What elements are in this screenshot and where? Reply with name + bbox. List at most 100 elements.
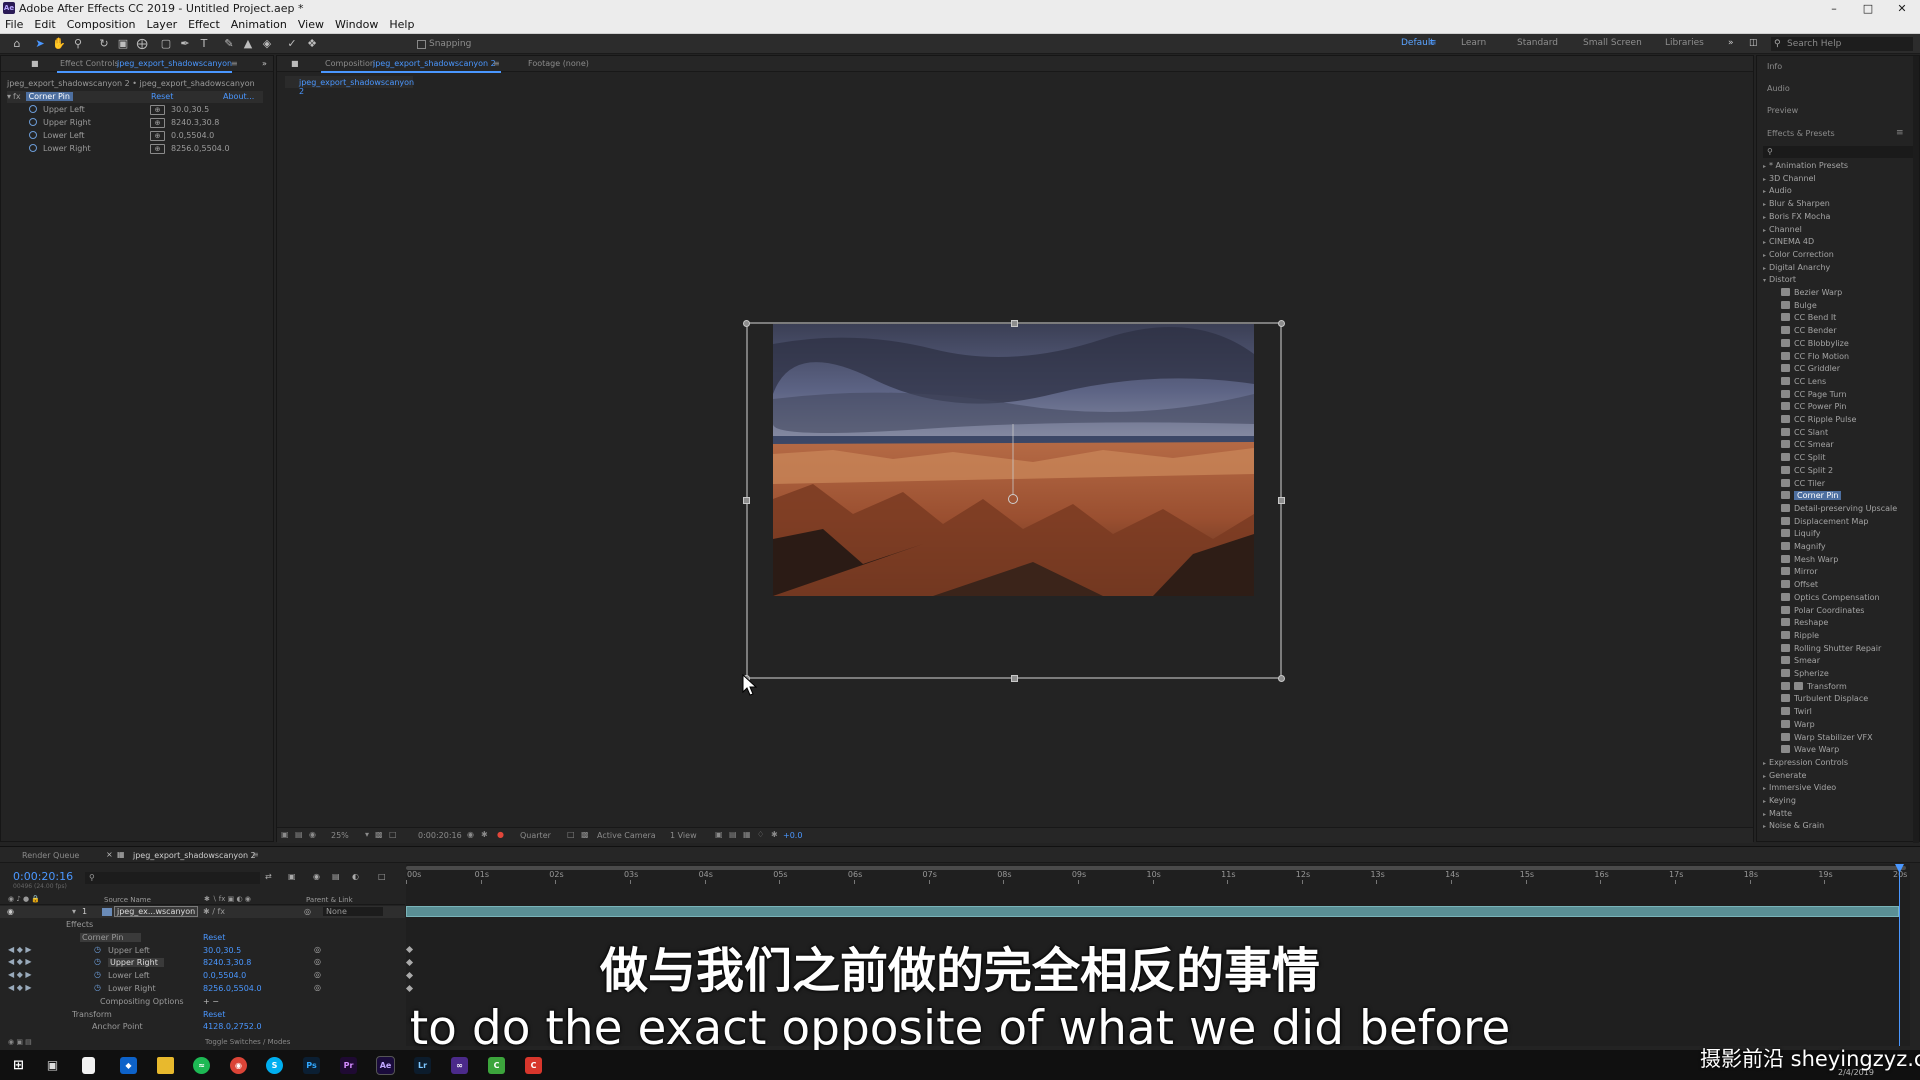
parent-link-header[interactable]: Parent & Link	[306, 896, 353, 904]
effect-category[interactable]: ▸ Channel	[1763, 224, 1802, 236]
selection-tool-icon[interactable]: ➤	[33, 37, 47, 51]
point-control-icon[interactable]: ⊕	[150, 118, 165, 128]
clone-stamp-tool-icon[interactable]: ▲	[241, 37, 255, 51]
point-control-icon[interactable]: ⊕	[150, 131, 165, 141]
comp-breadcrumb[interactable]: jpeg_export_shadowscanyon 2	[285, 76, 414, 96]
effect-item[interactable]: Twirl	[1781, 706, 1812, 718]
resolution-dropdown[interactable]: Quarter	[520, 831, 551, 840]
lower-right-handle[interactable]	[1278, 675, 1285, 682]
param-value[interactable]: 0.0,5504.0	[171, 130, 214, 142]
view-layout-dropdown[interactable]: 1 View	[670, 831, 697, 840]
chevron-down-icon[interactable]: ▾	[365, 830, 369, 839]
chevron-right-icon[interactable]: ▸	[1763, 263, 1766, 275]
upper-right-handle[interactable]	[1278, 320, 1285, 327]
search-help-input[interactable]: ⚲ Search Help	[1771, 37, 1913, 51]
effect-category[interactable]: ▸ Blur & Sharpen	[1763, 198, 1830, 210]
effect-category[interactable]: ▸ Expression Controls	[1763, 757, 1848, 769]
effect-item[interactable]: Transform	[1781, 681, 1847, 693]
panel-layout-icon[interactable]: ◫	[1749, 38, 1758, 48]
windows-start-icon[interactable]: ⊞	[10, 1057, 27, 1074]
color-channel-icon[interactable]: ●	[497, 830, 504, 839]
panel-menu-icon[interactable]: ≡	[231, 59, 238, 68]
effect-item[interactable]: CC Flo Motion	[1781, 351, 1849, 363]
snapshot-icon[interactable]: ◉	[467, 830, 474, 839]
chevron-down-icon[interactable]: ▾	[1763, 275, 1766, 287]
expand-panels-icon[interactable]: »	[262, 59, 267, 68]
scrollbar[interactable]	[1913, 56, 1919, 843]
effect-item[interactable]: Corner Pin	[1781, 490, 1842, 502]
effect-category[interactable]: ▾ Distort	[1763, 274, 1796, 286]
info-panel-header[interactable]: Info	[1767, 62, 1782, 71]
effect-item[interactable]: Mirror	[1781, 566, 1818, 578]
workspace-small-screen[interactable]: Small Screen	[1583, 38, 1642, 48]
parent-pickwhip-icon[interactable]: ◎	[304, 907, 311, 916]
menu-edit[interactable]: Edit	[29, 17, 61, 33]
effect-item[interactable]: Wave Warp	[1781, 744, 1839, 756]
workspace-menu-icon[interactable]: ≡	[1429, 38, 1437, 48]
effect-category[interactable]: ▸ 3D Channel	[1763, 173, 1816, 185]
minimize-icon[interactable]: –	[1819, 0, 1849, 17]
show-snapshot-icon[interactable]: ✱	[481, 830, 488, 839]
chevron-right-icon[interactable]: ▸	[1763, 186, 1766, 198]
layer-collapse-icon[interactable]: ▾	[72, 907, 76, 916]
source-name-header[interactable]: Source Name	[104, 896, 151, 904]
composition-tab-label[interactable]: Composition	[325, 59, 375, 68]
panel-menu-icon[interactable]: ≡	[1896, 128, 1904, 138]
effect-controls-tab-label[interactable]: Effect Controls	[60, 59, 119, 68]
snapping-checkbox[interactable]	[417, 40, 426, 49]
safe-zones-icon[interactable]: ▩	[375, 830, 383, 839]
video-visibility-icon[interactable]: ◉	[7, 907, 14, 916]
eraser-tool-icon[interactable]: ◈	[260, 37, 274, 51]
menu-layer[interactable]: Layer	[141, 17, 183, 33]
top-mid-handle[interactable]	[1011, 320, 1018, 327]
effect-category[interactable]: ▸ Immersive Video	[1763, 782, 1836, 794]
corner-pin-effect-header[interactable]: ▾ fx Corner Pin Reset About...	[7, 91, 263, 103]
time-ruler[interactable]: 00s 01s 02s 03s 04s 05s 06s 07s 08s 09s 10s 11s 12s 1…	[406, 870, 1910, 884]
stopwatch-icon[interactable]	[29, 131, 37, 139]
effect-item[interactable]: Detail-preserving Upscale	[1781, 503, 1897, 515]
fx-icon[interactable]: fx	[13, 92, 21, 101]
file-explorer-icon[interactable]	[157, 1057, 174, 1074]
lock-icon[interactable]: ■	[31, 59, 39, 68]
more-workspaces-icon[interactable]: »	[1728, 38, 1734, 48]
effect-category[interactable]: ▸ Color Correction	[1763, 249, 1834, 261]
spotify-icon[interactable]: ≈	[193, 1057, 210, 1074]
stopwatch-icon[interactable]	[29, 118, 37, 126]
effect-category[interactable]: ▸ Matte	[1763, 808, 1792, 820]
transparency-grid-icon[interactable]: ▩	[581, 830, 589, 839]
effect-item[interactable]: CC Griddler	[1781, 363, 1840, 375]
chevron-right-icon[interactable]: ▸	[1763, 161, 1766, 173]
timeline-icon[interactable]: ▦	[743, 830, 751, 839]
workspace-learn[interactable]: Learn	[1461, 38, 1486, 48]
footage-tab[interactable]: Footage (none)	[528, 59, 589, 68]
chevron-right-icon[interactable]: ▸	[1763, 199, 1766, 211]
skype-icon[interactable]: S	[266, 1057, 283, 1074]
effect-controls-tab-layer[interactable]: jpeg_export_shadowscanyon	[117, 59, 232, 68]
menu-animation[interactable]: Animation	[226, 17, 293, 33]
shy-layers-icon[interactable]: ◉	[313, 872, 320, 881]
zoom-tool-icon[interactable]: ⚲	[71, 37, 85, 51]
frame-blending-icon[interactable]: ▤	[332, 872, 340, 881]
chrome-icon[interactable]: ◉	[230, 1057, 247, 1074]
pan-behind-tool-icon[interactable]: ⨁	[135, 37, 149, 51]
effect-item[interactable]: CC Bend It	[1781, 312, 1836, 324]
effect-item[interactable]: Bulge	[1781, 300, 1817, 312]
effect-category[interactable]: ▸ Keying	[1763, 795, 1796, 807]
effect-item[interactable]: CC Bender	[1781, 325, 1836, 337]
hand-tool-icon[interactable]: ✋	[52, 37, 66, 51]
effect-category[interactable]: ▸ Digital Anarchy	[1763, 262, 1830, 274]
rotate-tool-icon[interactable]: ↻	[97, 37, 111, 51]
exposure-icon[interactable]: ✱	[771, 830, 778, 839]
layer-row[interactable]: ◉ ▾ 1 jpeg_ex...wscanyon ✱ / fx ◎ None	[0, 906, 405, 918]
property-row[interactable]: Effects	[0, 919, 405, 931]
comp-mini-flowchart-icon[interactable]: ⇄	[265, 872, 272, 881]
after-effects-taskbar-icon[interactable]: Ae	[376, 1056, 395, 1075]
lock-icon[interactable]: ■	[291, 59, 299, 68]
effect-item[interactable]: Ripple	[1781, 630, 1819, 642]
graph-editor-icon[interactable]: □	[378, 872, 386, 881]
composition-tab-name[interactable]: jpeg_export_shadowscanyon 2	[373, 59, 496, 68]
effect-item[interactable]: Bezier Warp	[1781, 287, 1842, 299]
3d-glasses-icon[interactable]: ◉	[309, 830, 316, 839]
effect-item[interactable]: Mesh Warp	[1781, 554, 1838, 566]
effect-item[interactable]: Turbulent Displace	[1781, 693, 1868, 705]
